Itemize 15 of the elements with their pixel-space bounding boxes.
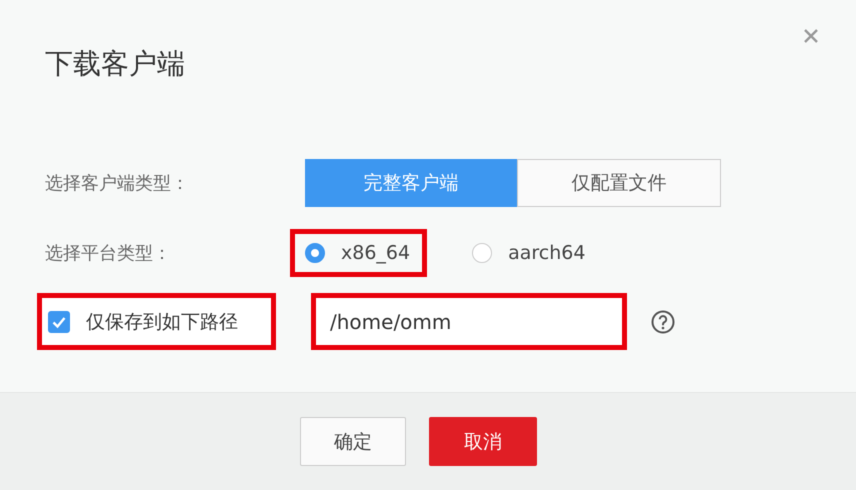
segment-tab[interactable]: 仅配置文件 bbox=[517, 159, 721, 207]
cancel-button[interactable]: 取消 bbox=[429, 417, 537, 466]
help-icon[interactable] bbox=[651, 310, 675, 334]
dialog-title: 下载客户端 bbox=[45, 46, 185, 82]
radio-button[interactable] bbox=[472, 243, 492, 263]
checkbox-label[interactable]: 仅保存到如下路径 bbox=[86, 308, 238, 334]
radio-button[interactable] bbox=[305, 243, 325, 263]
ok-button[interactable]: 确定 bbox=[300, 417, 406, 466]
checkbox[interactable] bbox=[48, 310, 70, 332]
close-icon[interactable] bbox=[803, 28, 819, 44]
path-field[interactable]: /home/omm bbox=[316, 298, 622, 345]
field-label: 选择客户端类型： bbox=[44, 172, 190, 195]
radio-label[interactable]: aarch64 bbox=[508, 242, 586, 264]
radio-label[interactable]: x86_64 bbox=[341, 242, 410, 264]
field-label: 选择平台类型： bbox=[44, 242, 172, 265]
